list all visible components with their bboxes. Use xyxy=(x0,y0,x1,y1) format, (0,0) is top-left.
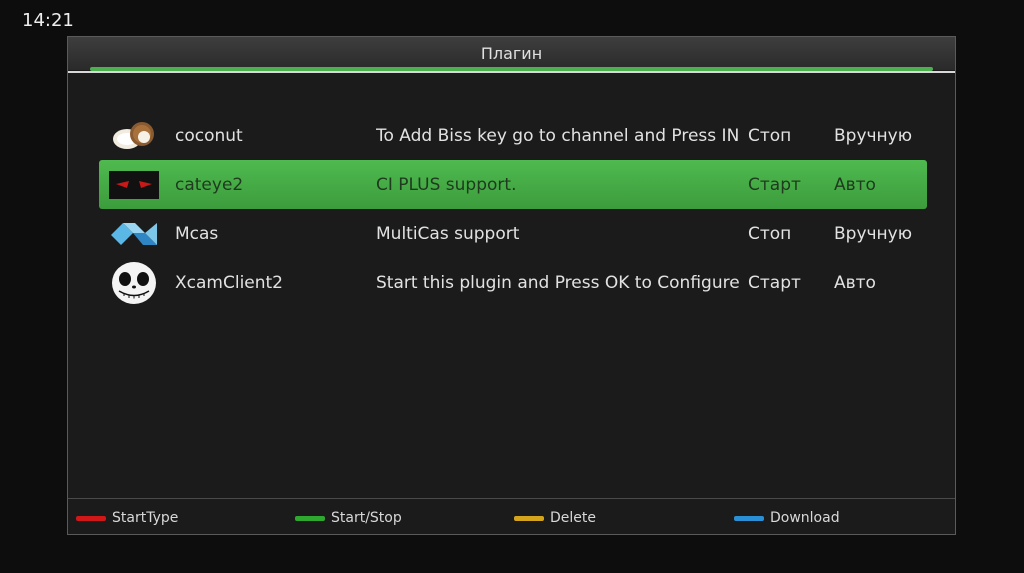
plugin-name: Mcas xyxy=(175,223,219,244)
plugin-description: Start this plugin and Press OK to Config… xyxy=(376,272,740,293)
plugin-state: Стоп xyxy=(748,223,792,244)
plugin-window: Плагин coconut To Add Biss key go to cha… xyxy=(67,36,956,535)
window-title: Плагин xyxy=(480,44,543,63)
yellow-key-delete[interactable]: Delete xyxy=(514,510,596,526)
color-key-bar: StartType Start/Stop Delete Download xyxy=(76,510,946,530)
red-key-icon xyxy=(76,515,106,521)
red-key-label: StartType xyxy=(112,510,179,526)
plugin-list: coconut To Add Biss key go to channel an… xyxy=(99,111,927,307)
plugin-description: MultiCas support xyxy=(376,223,520,244)
yellow-key-icon xyxy=(514,515,544,521)
blue-key-label: Download xyxy=(770,510,840,526)
clock: 14:21 xyxy=(22,10,74,31)
plugin-name: coconut xyxy=(175,125,243,146)
plugin-state: Старт xyxy=(748,174,801,195)
cateye-icon xyxy=(109,166,159,204)
green-key-start-stop[interactable]: Start/Stop xyxy=(295,510,402,526)
coconut-icon xyxy=(109,117,159,155)
plugin-state: Стоп xyxy=(748,125,792,146)
mcas-icon xyxy=(109,215,159,253)
skull-icon xyxy=(109,261,159,304)
plugin-start-mode: Вручную xyxy=(834,223,913,244)
plugin-row-mcas[interactable]: Mcas MultiCas support Стоп Вручную xyxy=(99,209,927,258)
green-key-icon xyxy=(295,515,325,521)
plugin-row-xcamclient2[interactable]: XcamClient2 Start this plugin and Press … xyxy=(99,258,927,307)
plugin-start-mode: Авто xyxy=(834,174,876,195)
plugin-description: CI PLUS support. xyxy=(376,174,517,195)
plugin-state: Старт xyxy=(748,272,801,293)
footer-divider xyxy=(68,498,955,499)
plugin-start-mode: Вручную xyxy=(834,125,913,146)
title-bar: Плагин xyxy=(68,37,955,70)
plugin-name: XcamClient2 xyxy=(175,272,284,293)
title-divider xyxy=(68,71,955,73)
red-key-starttype[interactable]: StartType xyxy=(76,510,178,526)
plugin-name: cateye2 xyxy=(175,174,244,195)
blue-key-icon xyxy=(734,515,764,521)
blue-key-download[interactable]: Download xyxy=(734,510,840,526)
plugin-description: To Add Biss key go to channel and Press … xyxy=(376,125,740,146)
yellow-key-label: Delete xyxy=(550,510,596,526)
plugin-row-cateye2[interactable]: cateye2 CI PLUS support. Старт Авто xyxy=(99,160,927,209)
plugin-start-mode: Авто xyxy=(834,272,876,293)
plugin-row-coconut[interactable]: coconut To Add Biss key go to channel an… xyxy=(99,111,927,160)
green-key-label: Start/Stop xyxy=(331,510,402,526)
